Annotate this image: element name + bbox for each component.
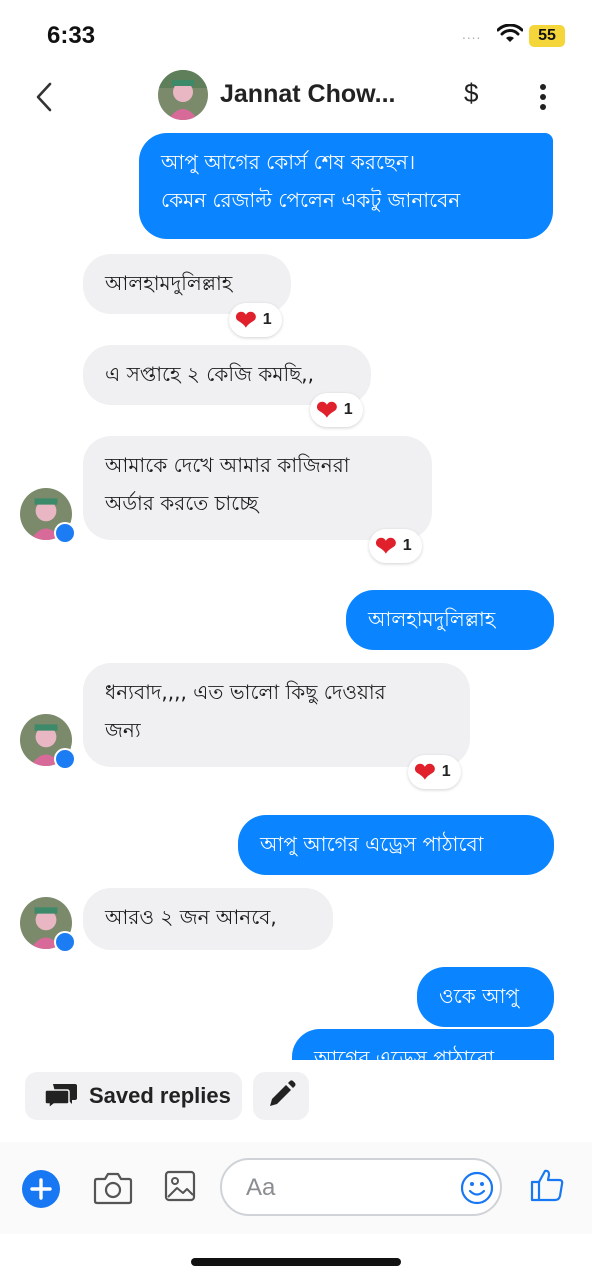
message-line: আপু আগের কোর্স শেষ করছেন। <box>161 150 416 174</box>
reaction-count: 1 <box>402 537 412 554</box>
message-incoming[interactable]: আমাকে দেখে আমার কাজিনরা অর্ডার করতে চাচ্… <box>83 436 432 540</box>
message-line: আগের এড্রেস পাঠাবো <box>314 1046 495 1060</box>
heart-icon: ❤ <box>316 395 338 425</box>
message-line: ধন্যবাদ,,,, এত ভালো কিছু দেওয়ার <box>105 680 386 704</box>
pencil-icon <box>270 1080 296 1106</box>
reaction-count: 1 <box>262 311 272 328</box>
message-reaction[interactable]: ❤ 1 <box>369 529 422 563</box>
gallery-icon[interactable] <box>164 1169 196 1203</box>
emoji-icon[interactable] <box>460 1171 494 1205</box>
heart-icon: ❤ <box>414 757 436 787</box>
contact-name[interactable]: Jannat Chow... <box>220 80 395 109</box>
message-outgoing[interactable]: আলহামদুলিল্লাহ <box>346 590 554 650</box>
reaction-count: 1 <box>441 763 451 780</box>
message-line: এ সপ্তাহে ২ কেজি কমছি,, <box>105 362 315 386</box>
battery-icon: 55 <box>529 25 565 47</box>
message-composer <box>0 1142 592 1234</box>
plus-icon <box>30 1178 52 1200</box>
cellular-signal: .... <box>462 28 482 42</box>
saved-replies-label: Saved replies <box>89 1083 231 1108</box>
edit-button[interactable] <box>253 1072 309 1120</box>
message-line: অর্ডার করতে চাচ্ছে <box>105 491 259 515</box>
messenger-badge-icon <box>54 748 76 770</box>
message-line: জন্য <box>105 718 141 742</box>
message-incoming[interactable]: আরও ২ জন আনবে, <box>83 888 333 950</box>
messenger-badge-icon <box>54 931 76 953</box>
home-indicator[interactable] <box>191 1258 401 1266</box>
message-line: আলহামদুলিল্লাহ <box>368 607 496 631</box>
message-line: কেমন রেজাল্ট পেলেন একটু জানাবেন <box>161 188 461 212</box>
message-line: আলহামদুলিল্লাহ <box>105 271 233 295</box>
payment-icon[interactable]: $ <box>464 78 478 109</box>
message-clip: আগের এড্রেস পাঠাবো <box>0 1027 592 1060</box>
messenger-badge-icon <box>54 522 76 544</box>
status-time: 6:33 <box>47 22 96 49</box>
message-input-field[interactable] <box>220 1158 502 1216</box>
message-outgoing[interactable]: আপু আগের কোর্স শেষ করছেন। কেমন রেজাল্ট প… <box>139 133 553 239</box>
message-reaction[interactable]: ❤ 1 <box>229 303 282 337</box>
heart-icon: ❤ <box>375 531 397 561</box>
contact-avatar[interactable] <box>158 70 208 120</box>
back-icon[interactable] <box>32 82 56 112</box>
heart-icon: ❤ <box>235 305 257 335</box>
message-line: আমাকে দেখে আমার কাজিনরা <box>105 453 350 477</box>
message-outgoing[interactable]: আগের এড্রেস পাঠাবো <box>292 1029 554 1060</box>
message-line: আরও ২ জন আনবে, <box>105 905 277 929</box>
chat-header: Jannat Chow... $ <box>0 60 592 130</box>
saved-replies-icon <box>45 1084 77 1110</box>
message-incoming[interactable]: ধন্যবাদ,,,, এত ভালো কিছু দেওয়ার জন্য <box>83 663 470 767</box>
add-button[interactable] <box>22 1170 60 1208</box>
message-reaction[interactable]: ❤ 1 <box>310 393 363 427</box>
message-outgoing[interactable]: আপু আগের এড্রেস পাঠাবো <box>238 815 554 875</box>
more-options-icon[interactable] <box>537 82 549 112</box>
message-line: আপু আগের এড্রেস পাঠাবো <box>260 832 484 856</box>
wifi-icon <box>497 24 523 42</box>
camera-icon[interactable] <box>93 1170 133 1206</box>
thumbs-up-icon[interactable] <box>528 1166 566 1204</box>
message-input[interactable] <box>246 1173 436 1203</box>
reaction-count: 1 <box>343 401 353 418</box>
message-outgoing[interactable]: ওকে আপু <box>417 967 554 1027</box>
message-reaction[interactable]: ❤ 1 <box>408 755 461 789</box>
saved-replies-button[interactable]: Saved replies <box>25 1072 242 1120</box>
avatar-image-icon <box>158 70 208 120</box>
message-line: ওকে আপু <box>439 984 520 1008</box>
